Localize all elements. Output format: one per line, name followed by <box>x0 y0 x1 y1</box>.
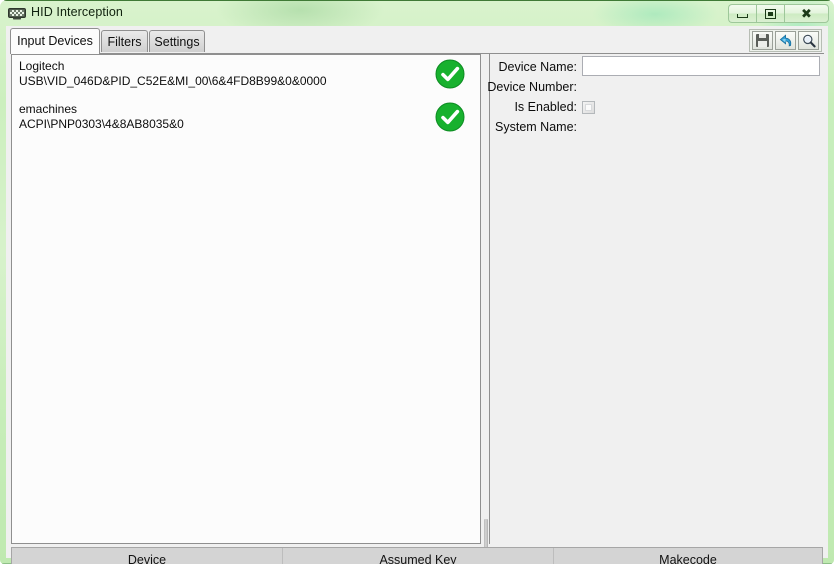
green-check-icon <box>435 102 465 132</box>
minimize-button[interactable] <box>728 4 756 23</box>
close-button[interactable]: ✖ <box>784 4 829 23</box>
system-name-label: System Name: <box>495 120 577 134</box>
client-area: Input Devices Filters Settings Logitech … <box>6 26 828 564</box>
status-bar: Device Assumed Key Makecode 0000 <box>11 547 823 564</box>
tab-filters[interactable]: Filters <box>101 30 148 52</box>
device-list-panel: Logitech USB\VID_046D&PID_C52E&MI_00\6&4… <box>11 54 481 544</box>
device-name-text: Logitech <box>19 59 65 73</box>
device-list-item[interactable]: emachines ACPI\PNP0303\4&8AB8035&0 <box>12 98 480 141</box>
device-hardware-id-text: ACPI\PNP0303\4&8AB8035&0 <box>19 117 184 131</box>
undo-arrow-icon <box>779 34 793 47</box>
tab-filters-label: Filters <box>107 34 142 49</box>
device-name-label: Device Name: <box>498 60 578 74</box>
device-number-label: Device Number: <box>487 80 577 94</box>
toolbar <box>749 29 822 52</box>
is-enabled-checkbox[interactable] <box>582 101 595 114</box>
refresh-button[interactable] <box>775 31 796 50</box>
device-list-item[interactable]: Logitech USB\VID_046D&PID_C52E&MI_00\6&4… <box>12 55 480 98</box>
device-details-panel: Device Name: Device Number: Is Enabled: … <box>487 54 823 544</box>
title-bar[interactable]: HID Interception ✖ <box>0 1 834 26</box>
floppy-disk-icon <box>756 34 769 47</box>
is-enabled-row: Is Enabled: <box>490 100 577 120</box>
minimize-icon <box>737 13 748 18</box>
device-hardware-id-text: USB\VID_046D&PID_C52E&MI_00\6&4FD8B99&0&… <box>19 74 327 88</box>
tab-settings[interactable]: Settings <box>149 30 205 52</box>
system-name-row: System Name: <box>490 120 577 140</box>
device-name-input[interactable] <box>582 56 820 76</box>
status-column-header-assumed-key: Assumed Key <box>379 553 457 564</box>
maximize-button[interactable] <box>756 4 784 23</box>
device-name-text: emachines <box>19 102 78 116</box>
window-title: HID Interception <box>31 5 123 19</box>
keyboard-icon <box>8 7 26 20</box>
window-controls: ✖ <box>728 4 829 23</box>
tab-input-devices[interactable]: Input Devices <box>10 28 100 53</box>
status-column-header-device: Device <box>127 553 167 564</box>
close-icon: ✖ <box>801 6 812 21</box>
green-check-icon <box>435 59 465 89</box>
magnifier-icon <box>802 34 816 48</box>
tab-settings-label: Settings <box>154 34 200 49</box>
device-name-row: Device Name: <box>490 60 578 80</box>
device-list[interactable]: Logitech USB\VID_046D&PID_C52E&MI_00\6&4… <box>12 55 480 543</box>
application-window: HID Interception ✖ Input Devices Filters… <box>0 0 834 564</box>
device-number-row: Device Number: <box>487 80 577 100</box>
search-button[interactable] <box>798 31 819 50</box>
status-column-header-makecode: Makecode <box>659 553 717 564</box>
tab-strip: Input Devices Filters Settings <box>10 28 824 54</box>
maximize-icon <box>765 8 776 19</box>
save-button[interactable] <box>752 31 773 50</box>
is-enabled-label: Is Enabled: <box>514 100 577 114</box>
tab-input-devices-label: Input Devices <box>17 34 93 48</box>
